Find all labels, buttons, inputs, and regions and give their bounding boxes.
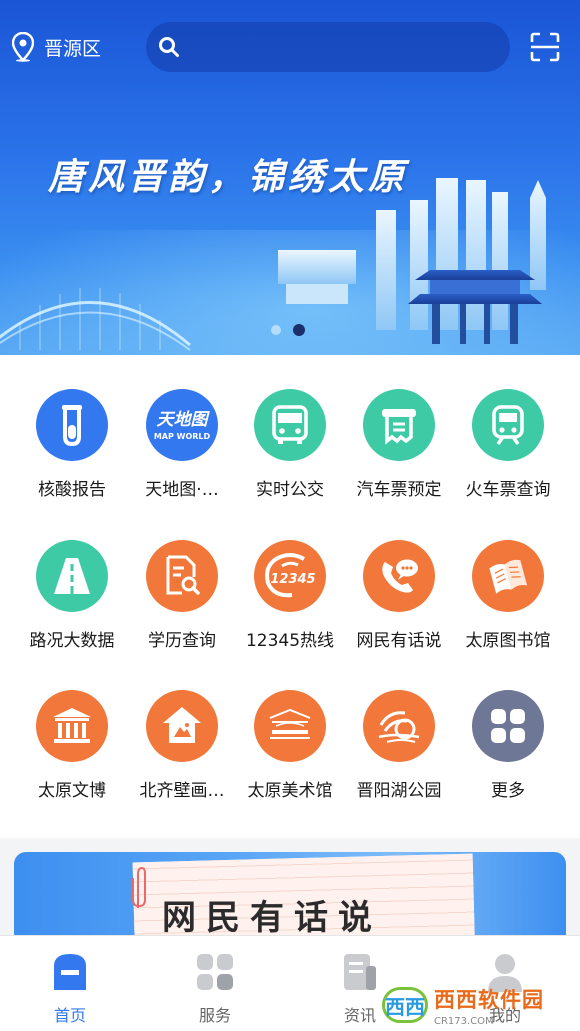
svg-text:12345: 12345 — [270, 572, 315, 587]
location-pin-icon — [12, 32, 34, 62]
app-label: 实时公交 — [256, 480, 324, 500]
app-label: 太原图书馆 — [465, 631, 551, 651]
app-label: 晋阳湖公园 — [356, 781, 442, 801]
location-name: 晋源区 — [44, 37, 102, 60]
app-label: 火车票查询 — [465, 480, 551, 500]
promo-title: 网民有话说 — [162, 898, 382, 938]
app-label: 更多 — [491, 781, 525, 801]
app-realtime-bus[interactable]: 实时公交 — [232, 389, 348, 500]
app-label: 路况大数据 — [29, 631, 115, 651]
app-tianditu[interactable]: 天地图 MAP WORLD 天地图·… — [124, 389, 240, 500]
carousel-dot-active[interactable] — [293, 324, 305, 336]
app-bus-ticket-booking[interactable]: 汽车票预定 — [341, 389, 457, 500]
app-nucleic-acid-report[interactable]: 核酸报告 — [14, 389, 130, 500]
app-label: 太原文博 — [38, 781, 106, 801]
document-search-icon — [146, 540, 218, 612]
app-taiyuan-art-museum[interactable]: 太原美术馆 — [232, 690, 348, 801]
scan-icon[interactable] — [530, 32, 560, 62]
app-traffic-big-data[interactable]: 路况大数据 — [14, 540, 130, 651]
app-label: 12345热线 — [245, 631, 335, 651]
carousel-dot[interactable] — [271, 325, 281, 335]
ticket-icon — [363, 389, 435, 461]
app-education-query[interactable]: 学历查询 — [124, 540, 240, 651]
app-taiyuan-museum[interactable]: 太原文博 — [14, 690, 130, 801]
tab-label: 服务 — [198, 1006, 231, 1025]
site-watermark: 西西 西西软件园 CR173.COM — [382, 982, 578, 1028]
art-museum-logo — [254, 690, 326, 762]
home-icon — [54, 954, 86, 990]
services-grid-icon — [197, 954, 233, 990]
app-train-ticket-query[interactable]: 火车票查询 — [450, 389, 566, 500]
app-label: 核酸报告 — [38, 480, 106, 500]
news-icon — [344, 954, 376, 990]
grid-more-icon — [472, 690, 544, 762]
app-label: 学历查询 — [148, 631, 216, 651]
paperclip-icon — [132, 866, 146, 908]
hotline-12345-icon: 12345 — [254, 540, 326, 612]
carousel-indicator — [271, 324, 305, 336]
app-jinyang-lake-park[interactable]: 晋阳湖公园 — [341, 690, 457, 801]
search-input[interactable] — [190, 37, 490, 57]
test-tube-icon — [36, 389, 108, 461]
svg-text:天地图: 天地图 — [157, 410, 211, 430]
app-netizen-voice[interactable]: 网民有话说 — [341, 540, 457, 651]
museum-icon — [36, 690, 108, 762]
app-label: 太原美术馆 — [247, 781, 333, 801]
app-12345-hotline[interactable]: 12345 12345热线 — [232, 540, 348, 651]
phone-chat-icon — [363, 540, 435, 612]
app-more[interactable]: 更多 — [450, 690, 566, 801]
app-label: 汽车票预定 — [356, 480, 442, 500]
mural-house-icon — [146, 690, 218, 762]
app-label: 网民有话说 — [356, 631, 442, 651]
tianditu-logo: 天地图 MAP WORLD — [146, 389, 218, 461]
header-banner: 晋源区 唐风晋韵，锦绣太原 — [0, 0, 580, 355]
train-icon — [472, 389, 544, 461]
app-taiyuan-library[interactable]: 太原图书馆 — [450, 540, 566, 651]
bridge-illustration — [0, 288, 191, 351]
tab-home[interactable]: 首页 — [20, 950, 120, 1026]
banner-slogan[interactable]: 唐风晋韵，锦绣太原 — [48, 148, 408, 200]
book-icon — [472, 540, 544, 612]
app-beiqi-mural[interactable]: 北齐壁画… — [124, 690, 240, 801]
watermark-text: 西西软件园 — [434, 987, 544, 1012]
tab-services[interactable]: 服务 — [165, 950, 265, 1026]
app-label: 北齐壁画… — [139, 781, 225, 801]
watermark-url: CR173.COM — [434, 1015, 494, 1027]
app-label: 天地图·… — [145, 480, 219, 500]
watermark-logo: 西西 — [382, 987, 428, 1023]
service-grid: 核酸报告 天地图 MAP WORLD 天地图·… 实时公交 汽车票预定 火车票查… — [0, 355, 580, 838]
tab-label: 资讯 — [343, 1006, 376, 1025]
road-icon — [36, 540, 108, 612]
park-logo — [363, 690, 435, 762]
location-selector[interactable]: 晋源区 — [12, 32, 101, 62]
search-bar[interactable] — [146, 22, 510, 72]
tab-label: 首页 — [53, 1006, 86, 1025]
bus-icon — [254, 389, 326, 461]
search-icon — [159, 37, 179, 57]
svg-text:MAP WORLD: MAP WORLD — [154, 432, 211, 441]
